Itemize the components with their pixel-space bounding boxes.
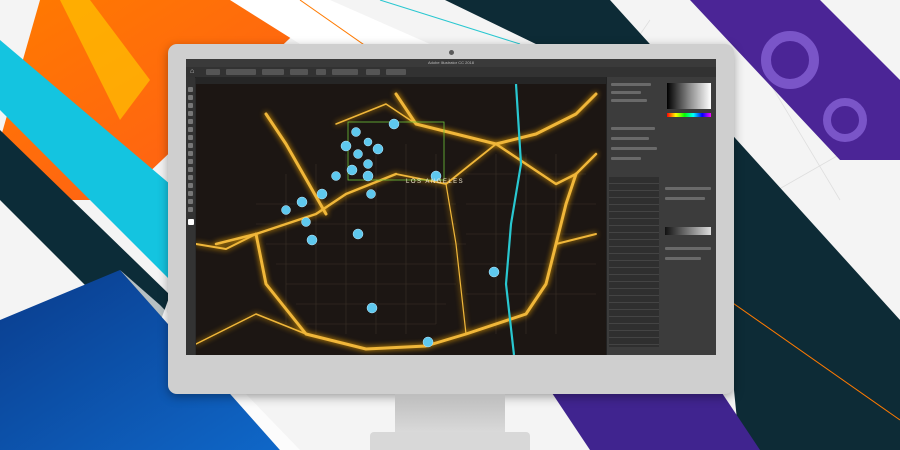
control-field[interactable]: [262, 69, 284, 75]
gradient-tool-icon[interactable]: [188, 183, 193, 188]
home-icon[interactable]: ⌂: [190, 68, 198, 76]
fill-stroke-icon[interactable]: [188, 219, 194, 225]
panel-control[interactable]: [665, 247, 711, 250]
zoom-tool-icon[interactable]: [188, 207, 193, 212]
map-artwork: [196, 84, 606, 355]
app-window: Adobe Illustrator CC 2018 ⌂ LOS ANGELES: [186, 59, 716, 355]
panel-control[interactable]: [665, 257, 701, 260]
artboard-canvas[interactable]: LOS ANGELES: [196, 84, 606, 355]
control-field[interactable]: [290, 69, 308, 75]
gradient-swatch[interactable]: [665, 227, 711, 235]
panel-control[interactable]: [611, 147, 657, 150]
rotate-tool-icon[interactable]: [188, 151, 193, 156]
line-tool-icon[interactable]: [188, 119, 193, 124]
eraser-tool-icon[interactable]: [188, 143, 193, 148]
webcam-dot: [449, 50, 454, 55]
direct-selection-tool-icon[interactable]: [188, 95, 193, 100]
panel-control[interactable]: [611, 127, 655, 130]
selection-tool-icon[interactable]: [188, 87, 193, 92]
shape-builder-tool-icon[interactable]: [188, 175, 193, 180]
panel-control[interactable]: [665, 197, 705, 200]
tools-panel: [186, 77, 195, 355]
type-tool-icon[interactable]: [188, 111, 193, 116]
layers-icon[interactable]: [609, 177, 659, 347]
color-picker-icon[interactable]: [667, 83, 711, 109]
title-bar: Adobe Illustrator CC 2018: [186, 59, 716, 67]
window-title: Adobe Illustrator CC 2018: [427, 60, 475, 65]
scale-tool-icon[interactable]: [188, 159, 193, 164]
panel-control[interactable]: [665, 187, 711, 190]
hand-tool-icon[interactable]: [188, 199, 193, 204]
panel-control[interactable]: [611, 157, 641, 160]
control-field[interactable]: [226, 69, 256, 75]
map-label-los-angeles: LOS ANGELES: [406, 179, 465, 185]
control-field[interactable]: [332, 69, 358, 75]
monitor-stand-base: [370, 432, 530, 450]
brush-tool-icon[interactable]: [188, 135, 193, 140]
panel-control[interactable]: [611, 91, 641, 94]
properties-panels: [606, 77, 716, 355]
rectangle-tool-icon[interactable]: [188, 127, 193, 132]
document-tab[interactable]: [196, 77, 606, 84]
panel-control[interactable]: [611, 137, 649, 140]
eyedropper-tool-icon[interactable]: [188, 191, 193, 196]
control-field[interactable]: [316, 69, 326, 75]
color-spectrum[interactable]: [667, 113, 711, 117]
panel-control[interactable]: [611, 99, 647, 102]
control-field[interactable]: [386, 69, 406, 75]
pen-tool-icon[interactable]: [188, 103, 193, 108]
width-tool-icon[interactable]: [188, 167, 193, 172]
monitor-stand: [395, 394, 505, 436]
panel-header[interactable]: [611, 83, 651, 86]
control-field[interactable]: [366, 69, 380, 75]
control-field[interactable]: [206, 69, 220, 75]
